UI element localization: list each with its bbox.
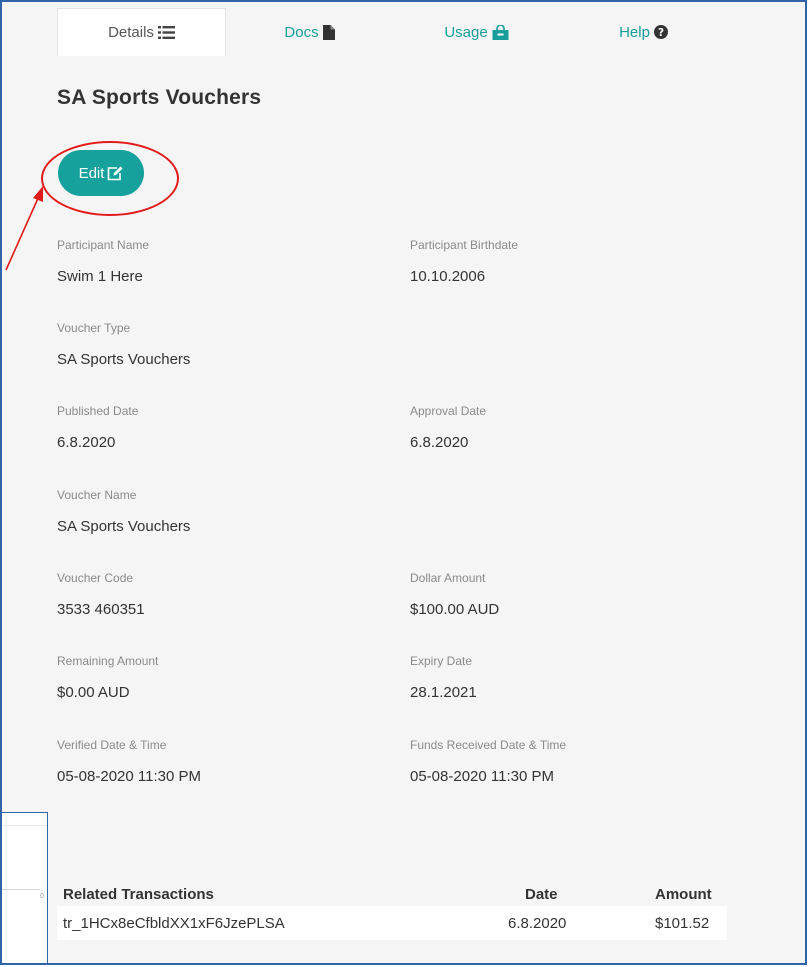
field-label: Dollar Amount <box>410 571 486 585</box>
edit-button-label: Edit <box>78 164 105 182</box>
field-value: 05-08-2020 11:30 PM <box>57 768 201 785</box>
field-value: 3533 460351 <box>57 601 145 618</box>
field-voucher-type: Voucher Type SA Sports Vouchers <box>57 321 190 368</box>
tab-help-label: Help <box>619 23 650 41</box>
transaction-amount: $101.52 <box>655 915 710 932</box>
field-value: 6.8.2020 <box>57 434 116 451</box>
field-value: $0.00 AUD <box>57 684 130 701</box>
field-voucher-code: Voucher Code 3533 460351 <box>57 571 145 618</box>
field-label: Expiry Date <box>410 654 473 668</box>
document-icon <box>322 24 335 40</box>
transactions-header: Related Transactions Date Amount <box>57 882 727 906</box>
field-remaining-amount: Remaining Amount $0.00 AUD <box>57 654 158 701</box>
tab-docs-label: Docs <box>284 23 319 41</box>
field-label: Participant Name <box>57 238 150 252</box>
transactions-header-amount: Amount <box>655 886 712 903</box>
field-expiry-date: Expiry Date 28.1.2021 <box>410 654 477 701</box>
field-published-date: Published Date 6.8.2020 <box>57 404 138 451</box>
field-label: Verified Date & Time <box>57 738 167 752</box>
edit-icon <box>107 166 123 181</box>
field-dollar-amount: Dollar Amount $100.00 AUD <box>410 571 499 618</box>
background-window-tick: 0 <box>40 893 44 900</box>
field-label: Voucher Name <box>57 488 137 502</box>
table-row[interactable]: tr_1HCx8eCfbldXX1xF6JzePLSA 6.8.2020 $10… <box>57 906 727 940</box>
field-label: Voucher Code <box>57 571 134 585</box>
field-label: Funds Received Date & Time <box>410 738 567 752</box>
field-value: 05-08-2020 11:30 PM <box>410 768 554 785</box>
screenshot-frame: 0 Details Docs Usage Help ? SA Sports Vo… <box>0 0 807 965</box>
background-window-divider <box>2 825 47 826</box>
tab-bar: Details Docs Usage Help ? <box>57 8 727 56</box>
field-value: 28.1.2021 <box>410 684 477 701</box>
field-value: $100.00 AUD <box>410 601 500 618</box>
tab-usage[interactable]: Usage <box>393 8 560 56</box>
field-funds-received-datetime: Funds Received Date & Time 05-08-2020 11… <box>410 738 566 785</box>
field-label: Voucher Type <box>57 321 131 335</box>
field-participant-name: Participant Name Swim 1 Here <box>57 238 149 285</box>
field-participant-birthdate: Participant Birthdate 10.10.2006 <box>410 238 518 285</box>
field-label: Approval Date <box>410 404 487 418</box>
field-value: SA Sports Vouchers <box>57 351 191 368</box>
field-value: SA Sports Vouchers <box>57 518 191 535</box>
background-window-rule <box>2 889 40 890</box>
field-label: Participant Birthdate <box>410 238 519 252</box>
edit-button[interactable]: Edit <box>58 150 144 196</box>
transactions-header-date: Date <box>525 886 558 903</box>
field-label: Remaining Amount <box>57 654 159 668</box>
field-value: 10.10.2006 <box>410 268 486 285</box>
background-window: 0 <box>2 812 48 963</box>
tab-usage-label: Usage <box>444 23 488 41</box>
list-icon <box>157 26 175 39</box>
field-voucher-name: Voucher Name SA Sports Vouchers <box>57 488 190 535</box>
field-value: 6.8.2020 <box>410 434 469 451</box>
field-value: Swim 1 Here <box>57 268 143 285</box>
shopping-bag-icon <box>492 24 509 40</box>
tab-details[interactable]: Details <box>57 8 226 56</box>
tab-details-label: Details <box>108 24 154 41</box>
transaction-id: tr_1HCx8eCfbldXX1xF6JzePLSA <box>63 915 285 932</box>
field-approval-date: Approval Date 6.8.2020 <box>410 404 486 451</box>
tab-help[interactable]: Help ? <box>560 8 727 56</box>
svg-text:?: ? <box>658 27 664 39</box>
tab-docs[interactable]: Docs <box>226 8 393 56</box>
field-label: Published Date <box>57 404 139 418</box>
transactions-header-name: Related Transactions <box>63 886 214 903</box>
question-circle-icon: ? <box>653 25 668 39</box>
field-verified-datetime: Verified Date & Time 05-08-2020 11:30 PM <box>57 738 201 785</box>
page-title: SA Sports Vouchers <box>57 86 262 109</box>
transaction-date: 6.8.2020 <box>508 915 567 932</box>
annotation-arrow <box>5 186 43 271</box>
